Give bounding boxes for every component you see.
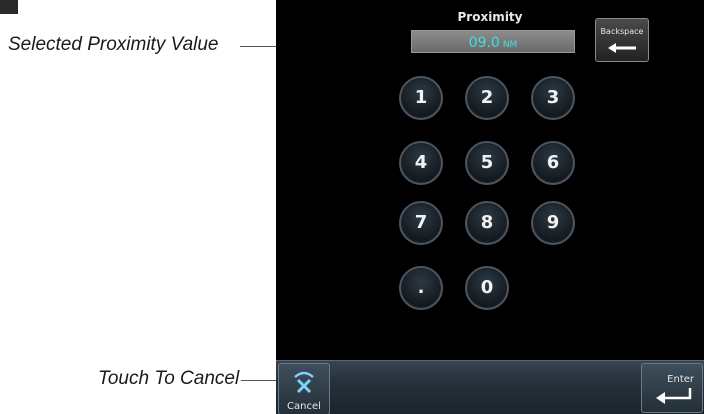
key-7[interactable]: 7 — [399, 201, 443, 245]
cancel-x-icon — [294, 371, 314, 394]
proximity-value-field: 09.0 NM — [411, 30, 575, 53]
corner-tab — [0, 0, 18, 14]
key-0[interactable]: 0 — [465, 266, 509, 310]
key-9[interactable]: 9 — [531, 201, 575, 245]
key-6[interactable]: 6 — [531, 141, 575, 185]
key-5[interactable]: 5 — [465, 141, 509, 185]
key-decimal[interactable]: . — [399, 266, 443, 310]
backspace-button[interactable]: Backspace — [595, 18, 649, 62]
left-arrow-icon — [608, 43, 636, 53]
bottom-button-bar — [276, 360, 704, 414]
key-4[interactable]: 4 — [399, 141, 443, 185]
proximity-value: 09.0 — [468, 35, 500, 51]
cancel-button[interactable]: Cancel — [278, 363, 330, 414]
key-3[interactable]: 3 — [531, 76, 575, 120]
key-8[interactable]: 8 — [465, 201, 509, 245]
backspace-label: Backspace — [600, 27, 644, 36]
key-1[interactable]: 1 — [399, 76, 443, 120]
callout-selected-proximity-value: Selected Proximity Value — [8, 34, 219, 55]
device-screen: Proximity 09.0 NM Backspace 1 2 3 4 5 6 7… — [276, 0, 704, 414]
cancel-label: Cancel — [287, 401, 321, 412]
enter-label: Enter — [667, 374, 694, 385]
callout-touch-to-cancel: Touch To Cancel — [98, 368, 240, 389]
enter-return-icon — [656, 388, 692, 404]
proximity-unit: NM — [502, 40, 518, 50]
enter-button[interactable]: Enter — [641, 363, 703, 413]
key-2[interactable]: 2 — [465, 76, 509, 120]
